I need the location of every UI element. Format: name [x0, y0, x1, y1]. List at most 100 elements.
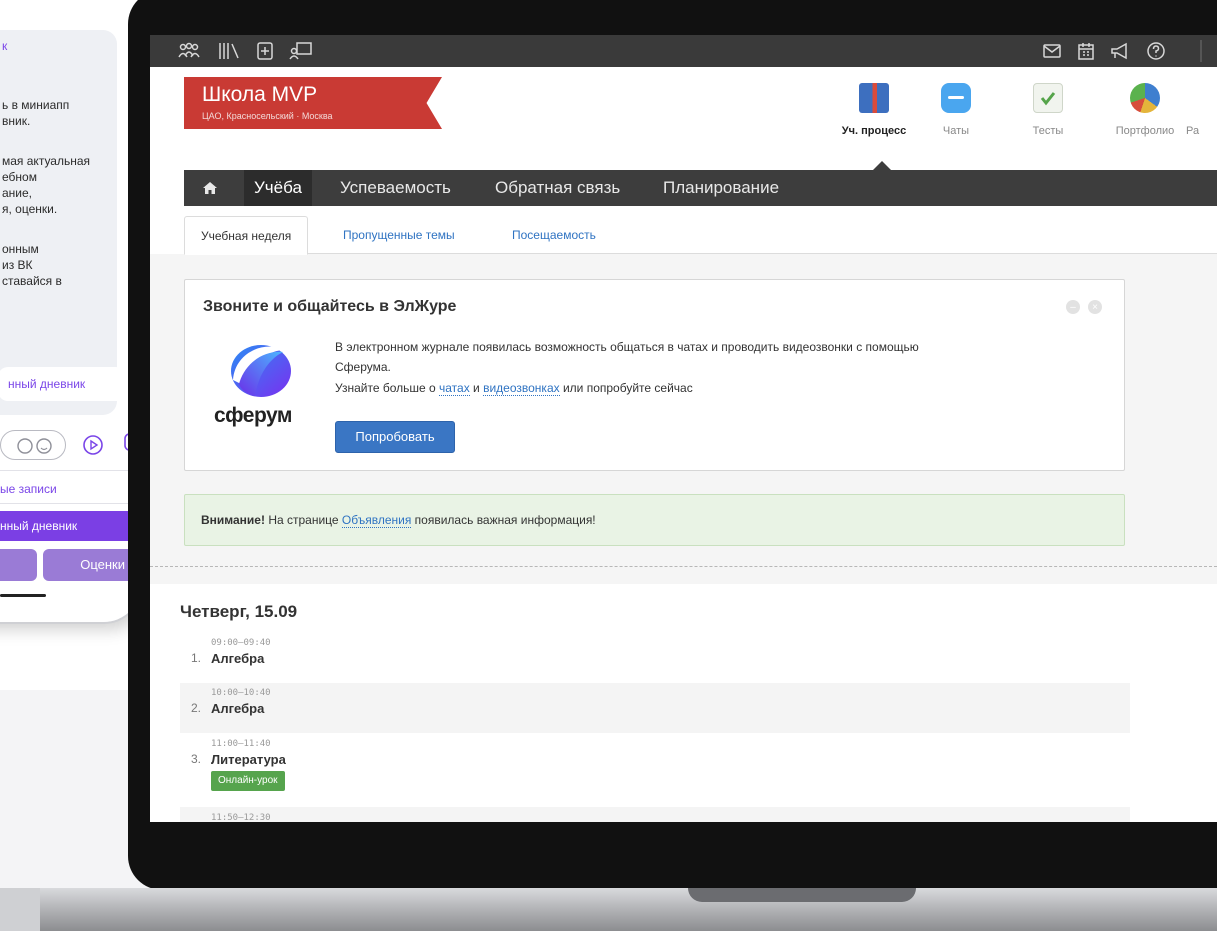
card-text-fragment: или попробуйте сейчас [559, 381, 693, 395]
notice-text: На странице [264, 513, 342, 527]
bubble-line: вник. [2, 114, 31, 128]
tab-study-week[interactable]: Учебная неделя [184, 216, 309, 255]
nav-item-study[interactable]: Учёба [244, 170, 312, 206]
module-label: Чаты [942, 125, 970, 137]
bubble-line: из ВК [2, 258, 33, 272]
module-label: Уч. процесс [841, 125, 907, 137]
sferum-promo-card: Звоните и общайтесь в ЭлЖуре – × сферум … [184, 279, 1125, 471]
lesson-number: 1. [191, 651, 202, 665]
day-title: Четверг, 15.09 [180, 602, 298, 621]
school-banner[interactable]: Школа MVP ЦАО, Красносельский · Москва [184, 77, 442, 129]
module-learning-process[interactable]: Уч. процесс [834, 83, 914, 137]
card-line: Сферума. [335, 360, 391, 374]
sub-tabs: Учебная неделя Пропущенные темы Посещаем… [184, 216, 1217, 255]
module-chats[interactable]: Чаты [916, 83, 996, 137]
card-text-fragment: и [469, 381, 484, 395]
classroom-icon[interactable] [288, 39, 314, 63]
divider [0, 470, 140, 471]
module-label: Тесты [1032, 125, 1064, 137]
laptop-base-edge [0, 888, 40, 931]
phone-device: к ь в миниапп вник. мая актуальная ебном… [0, 0, 140, 622]
school-location: ЦАО, Красносельский · Москва [202, 111, 333, 121]
laptop-base [0, 888, 1217, 931]
lesson-row[interactable]: 09:00–09:40 1. Алгебра [180, 633, 1130, 683]
card-text-fragment: Узнайте больше о [335, 381, 440, 395]
nav-item-performance[interactable]: Успеваемость [330, 170, 461, 206]
lesson-row[interactable]: 10:00–10:40 2. Алгебра [180, 683, 1130, 733]
laptop-screen: Школа MVP ЦАО, Красносельский · Москва У… [150, 35, 1217, 822]
emoji-pill-icon[interactable] [0, 430, 66, 460]
phone-input-icons [0, 430, 140, 460]
card-line-links: Узнайте больше о чатах и видеозвонках ил… [335, 381, 693, 396]
module-label: Ра [1186, 125, 1200, 137]
calendar-icon[interactable] [1074, 39, 1098, 63]
card-line: В электронном журнале появилась возможно… [335, 340, 919, 354]
tests-icon [1033, 83, 1063, 113]
chats-icon [941, 83, 971, 113]
learning-process-icon [859, 83, 889, 113]
users-icon[interactable] [176, 39, 202, 63]
lesson-row[interactable]: 11:00–11:40 3. Литература Онлайн-урок [180, 733, 1130, 807]
announcements-icon[interactable] [1108, 39, 1134, 63]
tab-missed-topics[interactable]: Пропущенные темы [343, 216, 455, 254]
module-label: Портфолио [1115, 125, 1175, 137]
lesson-name: Алгебра [211, 701, 265, 716]
card-title: Звоните и общайтесь в ЭлЖуре [203, 298, 457, 315]
main-nav: Учёба Успеваемость Обратная связь Планир… [184, 170, 1217, 206]
play-icon[interactable] [82, 434, 104, 461]
section-divider [150, 566, 1217, 567]
school-name: Школа MVP [202, 83, 318, 106]
records-button[interactable]: ые записи [0, 482, 57, 496]
divider [0, 503, 140, 504]
close-icon[interactable]: × [1088, 300, 1102, 314]
lesson-row[interactable]: 11:50–12:30 [180, 807, 1130, 822]
video-calls-link[interactable]: видеозвонках [483, 381, 560, 396]
module-schedule[interactable]: Ра [1178, 83, 1217, 137]
chat-bubble: к ь в миниапп вник. мая актуальная ебном… [0, 30, 126, 415]
nav-item-feedback[interactable]: Обратная связь [485, 170, 630, 206]
grades-button[interactable]: Оценки [43, 549, 135, 581]
toolbar-divider [1200, 40, 1202, 62]
laptop-notch [688, 888, 916, 902]
lesson-time: 10:00–10:40 [211, 688, 271, 698]
app-toolbar [150, 35, 1217, 67]
bubble-line: ставайся в [2, 274, 62, 288]
sferum-logo-icon [231, 345, 291, 397]
help-icon[interactable] [1144, 39, 1168, 63]
bubble-line: я, оценки. [2, 202, 58, 216]
module-tests[interactable]: Тесты [1008, 83, 1088, 137]
portfolio-icon [1130, 83, 1160, 113]
chats-link[interactable]: чатах [439, 381, 470, 396]
sferum-wordmark: сферум [214, 404, 292, 427]
module-portfolio[interactable]: Портфолио [1105, 83, 1185, 137]
tab-attendance[interactable]: Посещаемость [512, 216, 596, 254]
bubble-line: ебном [2, 170, 37, 184]
lesson-time: 09:00–09:40 [211, 638, 271, 648]
bubble-line: онным [2, 242, 39, 256]
schedule-button[interactable] [0, 549, 37, 581]
library-icon[interactable] [216, 39, 242, 63]
mail-icon[interactable] [1040, 39, 1064, 63]
bubble-line: к [2, 39, 8, 53]
bubble-line: ь в миниапп [2, 98, 70, 112]
online-lesson-badge[interactable]: Онлайн-урок [211, 771, 285, 791]
lesson-number: 2. [191, 701, 202, 715]
bubble-diary-link[interactable]: нный дневник [0, 367, 126, 401]
bubble-line: мая актуальная [2, 154, 91, 168]
bubble-line: ание, [2, 186, 33, 200]
phone-screen: к ь в миниапп вник. мая актуальная ебном… [0, 0, 140, 622]
lesson-time: 11:50–12:30 [211, 813, 271, 822]
lesson-number: 3. [191, 752, 202, 766]
try-button[interactable]: Попробовать [335, 421, 455, 453]
notice-text: появилась важная информация! [411, 513, 596, 527]
important-notice: Внимание! На странице Объявления появила… [184, 494, 1125, 546]
announcements-link[interactable]: Объявления [341, 513, 412, 528]
home-icon[interactable] [184, 170, 236, 206]
lesson-name: Литература [211, 752, 286, 767]
notice-bold: Внимание! [201, 513, 265, 527]
nav-item-planning[interactable]: Планирование [653, 170, 789, 206]
add-document-icon[interactable] [254, 39, 276, 63]
home-indicator [0, 594, 46, 597]
minimize-icon[interactable]: – [1066, 300, 1080, 314]
diary-button[interactable]: нный дневник [0, 511, 135, 541]
